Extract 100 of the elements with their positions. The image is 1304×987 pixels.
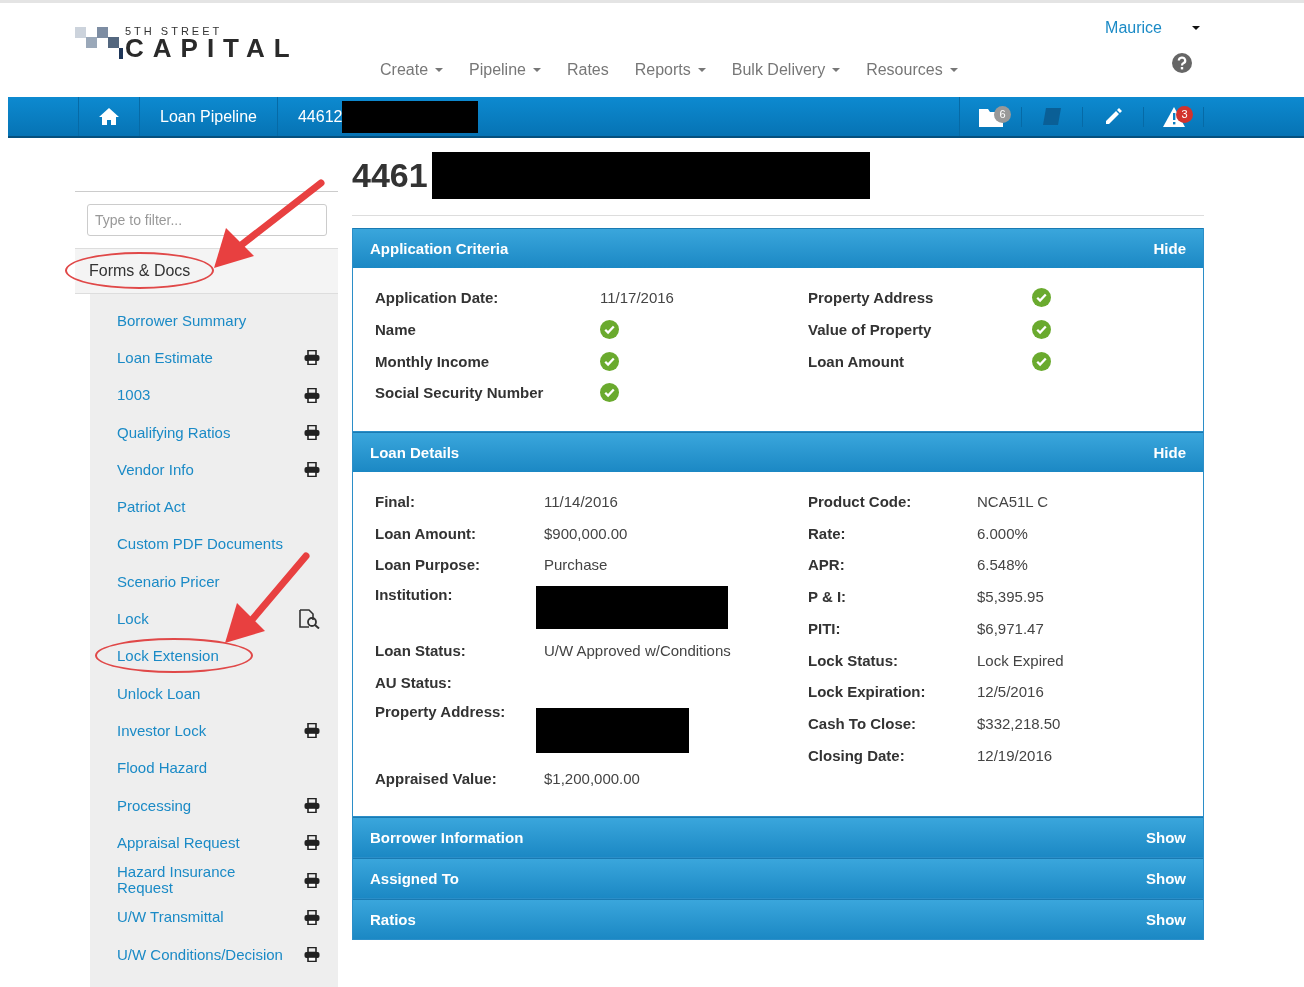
sidebar-link[interactable]: Vendor Info xyxy=(117,461,194,478)
panel-header[interactable]: Ratios Show xyxy=(353,898,1203,939)
field-value: $5,395.95 xyxy=(977,588,1045,606)
caret-icon xyxy=(949,68,958,72)
sidebar-link[interactable]: Hazard Insurance Request xyxy=(117,864,289,897)
nav-menu-item[interactable]: Reports xyxy=(634,58,706,82)
check-icon xyxy=(1032,351,1051,371)
filter-input[interactable]: Type to filter... xyxy=(87,204,327,236)
printer-icon[interactable] xyxy=(304,723,320,739)
logo-squares-icon xyxy=(75,25,123,59)
printer-icon[interactable] xyxy=(304,872,320,888)
field-label: Lock Status: xyxy=(808,651,899,669)
field-value: 6.548% xyxy=(977,556,1029,574)
sidebar-link[interactable]: U/W Conditions/Decision xyxy=(117,946,283,963)
printer-icon[interactable] xyxy=(304,462,320,478)
document-search-icon[interactable] xyxy=(298,609,320,629)
nav-menu-item[interactable]: Pipeline xyxy=(469,58,541,82)
nav-menu-item[interactable]: Create xyxy=(380,58,444,82)
caret-icon xyxy=(435,68,444,72)
loan-number-heading: 4461 xyxy=(352,156,428,195)
sidebar-link[interactable]: Borrower Summary xyxy=(117,312,247,329)
field-label: Final: xyxy=(375,493,416,511)
field-label: Loan Amount: xyxy=(375,524,478,542)
printer-icon[interactable] xyxy=(304,947,320,963)
sidebar-link[interactable]: Loan Estimate xyxy=(117,349,213,366)
field-label: Loan Purpose: xyxy=(375,556,481,574)
caret-icon xyxy=(532,68,541,72)
field-value: 11/14/2016 xyxy=(544,493,619,511)
field-value: 12/5/2016 xyxy=(977,683,1045,701)
sidebar-link[interactable]: Lock Extension xyxy=(117,648,219,665)
caret-icon xyxy=(1192,26,1200,30)
printer-icon[interactable] xyxy=(304,835,320,851)
field-value: $1,200,000.00 xyxy=(544,769,641,787)
pencil-icon xyxy=(1103,106,1123,127)
nav-menu-item[interactable]: Bulk Delivery xyxy=(731,58,841,82)
check-icon xyxy=(1032,320,1051,340)
field-label: Lock Expiration: xyxy=(808,683,927,701)
breadcrumb-link[interactable]: Loan Pipeline xyxy=(139,97,277,136)
panel-toggle-link[interactable]: Hide xyxy=(1153,240,1186,257)
logo-tagline: 5TH STREET xyxy=(125,25,224,37)
sidebar-link[interactable]: Processing xyxy=(117,797,192,814)
panel-toggle-link[interactable]: Show xyxy=(1146,910,1186,928)
field-value: NCA51L C xyxy=(977,493,1050,511)
field-label: PITI: xyxy=(808,619,842,637)
field-label: Social Security Number xyxy=(375,384,545,402)
field-value: 11/17/2016 xyxy=(600,289,675,307)
field-value: 6.000% xyxy=(977,524,1029,542)
field-label: Property Address xyxy=(808,289,935,307)
section-header[interactable]: Forms & Docs xyxy=(89,262,191,280)
printer-icon[interactable] xyxy=(304,387,320,403)
sidebar-link[interactable]: U/W Transmittal xyxy=(117,909,224,926)
caret-icon xyxy=(832,68,841,72)
help-icon[interactable] xyxy=(1172,53,1192,73)
printer-icon[interactable] xyxy=(304,350,320,366)
sidebar-link[interactable]: Investor Lock xyxy=(117,722,207,739)
field-label: P & I: xyxy=(808,588,848,606)
sidebar-link[interactable]: Lock xyxy=(117,611,149,627)
field-value: $6,971.47 xyxy=(977,619,1045,637)
printer-icon[interactable] xyxy=(304,798,320,813)
printer-icon[interactable] xyxy=(304,909,320,925)
field-value: U/W Approved w/Conditions xyxy=(544,642,732,660)
field-label: APR: xyxy=(808,556,846,574)
panel-toggle-link[interactable]: Hide xyxy=(1153,443,1186,461)
sidebar-link[interactable]: Patriot Act xyxy=(117,499,186,516)
field-label: Loan Amount xyxy=(808,352,906,370)
sidebar-link[interactable]: 1003 xyxy=(117,387,151,404)
printer-icon[interactable] xyxy=(304,425,320,441)
breadcrumb-link[interactable]: 44612 xyxy=(276,97,493,136)
panel-toggle-link[interactable]: Show xyxy=(1146,828,1186,846)
caret-icon xyxy=(697,68,706,72)
field-label: Property Address: xyxy=(375,702,507,721)
sidebar-link[interactable]: Custom PDF Documents xyxy=(117,536,283,553)
field-label: Appraised Value: xyxy=(375,769,498,787)
user-menu[interactable]: Maurice xyxy=(1105,19,1200,37)
field-label: Value of Property xyxy=(808,321,933,339)
sidebar-link[interactable]: Appraisal Request xyxy=(117,834,240,851)
sidebar-link[interactable]: Unlock Loan xyxy=(117,685,201,702)
check-icon xyxy=(600,351,619,371)
nav-menu-item[interactable]: Rates xyxy=(566,58,609,82)
panel-header[interactable]: Application Criteria Hide xyxy=(353,228,1203,268)
panel-header[interactable]: Loan Details Hide xyxy=(353,431,1203,472)
panel-header[interactable]: Borrower Information Show xyxy=(353,816,1203,857)
field-label: Application Date: xyxy=(375,289,500,307)
home-icon xyxy=(99,108,119,125)
check-icon xyxy=(600,383,619,403)
nav-menu-item[interactable]: Resources xyxy=(866,58,958,82)
sidebar-link[interactable]: Qualifying Ratios xyxy=(117,424,231,441)
toolbar-button[interactable]: 6 xyxy=(960,106,1021,127)
sidebar-link[interactable]: Scenario Pricer xyxy=(117,573,220,590)
count-badge: 6 xyxy=(994,105,1011,123)
count-badge: 3 xyxy=(1176,105,1193,123)
logo-wordmark: CAPITAL xyxy=(125,37,299,59)
toolbar-button[interactable]: 3 xyxy=(1143,106,1204,127)
panel-toggle-link[interactable]: Show xyxy=(1146,869,1186,887)
field-label: Closing Date: xyxy=(808,746,906,764)
check-icon xyxy=(600,320,619,340)
field-value: Purchase xyxy=(544,556,609,574)
field-value: $332,218.50 xyxy=(977,714,1062,732)
panel-header[interactable]: Assigned To Show xyxy=(353,857,1203,898)
sidebar-link[interactable]: Flood Hazard xyxy=(117,760,208,777)
